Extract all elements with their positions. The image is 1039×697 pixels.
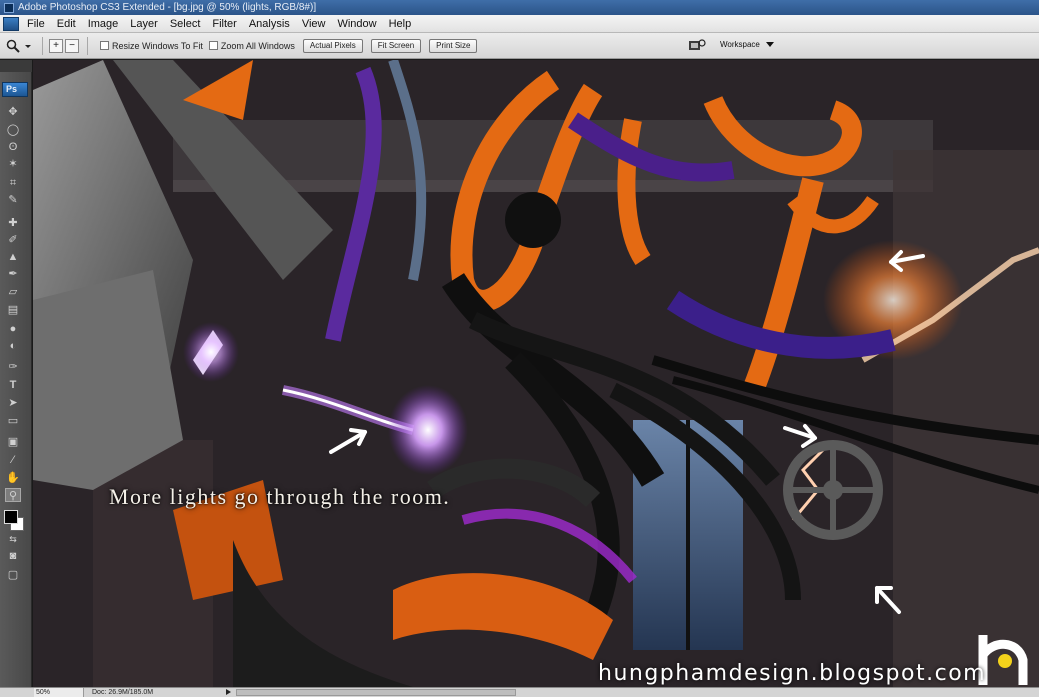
brush-tool-icon[interactable]: ✐ [5,233,21,247]
photoshop-app-icon [4,2,14,13]
status-menu-arrow-icon[interactable] [226,689,231,695]
doc-size-info: Doc: 26.9M/185.0M [92,689,154,696]
crop-tool-icon[interactable]: ⌗ [5,176,21,190]
menu-view[interactable]: View [296,15,332,33]
move-tool-icon[interactable]: ✥ [5,105,21,119]
menu-filter[interactable]: Filter [206,15,242,33]
menu-help[interactable]: Help [383,15,418,33]
workspace-menu[interactable]: Workspace [716,38,778,52]
zoom-level-field[interactable]: 50% [34,688,84,697]
hand-tool-icon[interactable]: ✋ [5,471,21,485]
menu-layer[interactable]: Layer [124,15,164,33]
slice-tool-icon[interactable]: ✎ [5,193,21,207]
notes-tool-icon[interactable]: ▣ [5,435,21,449]
artwork-caption: More lights go through the room. [109,484,451,509]
artwork [33,60,1039,687]
options-bar: + − Resize Windows To Fit Zoom All Windo… [0,33,1039,59]
toolbox-grip[interactable] [0,60,32,72]
resize-windows-label: Resize Windows To Fit [112,40,203,51]
magic-wand-tool-icon[interactable]: ✶ [5,157,21,171]
quick-mask-icon[interactable]: ◙ [5,549,21,563]
zoom-all-windows-label: Zoom All Windows [220,40,295,51]
actual-pixels-button[interactable]: Actual Pixels [302,38,363,53]
options-divider [87,36,88,55]
horizontal-scrollbar[interactable] [236,689,516,696]
type-tool-icon[interactable]: T [5,378,21,392]
zoom-out-icon[interactable]: − [65,38,79,53]
document-canvas[interactable]: More lights go through the room. hungpha… [33,60,1039,687]
blur-tool-icon[interactable]: ● [5,322,21,336]
menu-file[interactable]: File [21,15,51,33]
watermark-url: hungphamdesign.blogspot.com [598,661,987,686]
zoom-in-icon[interactable]: + [49,38,63,53]
swap-colors-icon[interactable]: ⇆ [5,532,21,546]
menu-bar: File Edit Image Layer Select Filter Anal… [0,15,1039,33]
pen-tool-icon[interactable]: ✑ [5,360,21,374]
ps-badge: Ps [2,82,28,97]
clone-stamp-tool-icon[interactable]: ▲ [5,250,21,264]
dodge-tool-icon[interactable]: ◐ [5,339,21,353]
resize-windows-checkbox[interactable] [100,41,109,50]
window-title: Adobe Photoshop CS3 Extended - [bg.jpg @… [18,2,317,13]
menu-image[interactable]: Image [82,15,125,33]
healing-brush-tool-icon[interactable]: ✚ [5,216,21,230]
screen-mode-icon[interactable]: ▢ [5,568,21,582]
print-size-button[interactable]: Print Size [429,38,478,53]
title-bar: Adobe Photoshop CS3 Extended - [bg.jpg @… [0,0,1039,15]
zoom-tool-icon[interactable] [6,39,20,53]
options-divider [42,36,43,55]
tools-panel: Ps ✥ ◯ ʘ ✶ ⌗ ✎ ✚ ✐ ▲ ✒ ▱ ▤ ● ◐ ✑ T ➤ ▭ ▣… [0,60,32,687]
tool-preset-caret-icon[interactable] [24,39,32,53]
ps-document-icon[interactable] [3,16,19,31]
menu-select[interactable]: Select [164,15,207,33]
foreground-color-swatch[interactable] [4,510,18,524]
lasso-tool-icon[interactable]: ʘ [5,140,21,154]
shape-tool-icon[interactable]: ▭ [5,414,21,428]
gradient-tool-icon[interactable]: ▤ [5,303,21,317]
chevron-down-icon [765,42,774,47]
menu-window[interactable]: Window [331,15,382,33]
fit-screen-button[interactable]: Fit Screen [370,38,422,53]
eraser-tool-icon[interactable]: ▱ [5,285,21,299]
marquee-tool-icon[interactable]: ◯ [5,123,21,137]
menu-edit[interactable]: Edit [51,15,82,33]
bridge-icon[interactable] [688,38,706,52]
zoom-tool-icon[interactable]: ⚲ [5,488,21,502]
zoom-all-windows-checkbox[interactable] [208,41,218,50]
workspace-label: Workspace [720,40,760,49]
status-bar: 50% Doc: 26.9M/185.0M [0,687,1039,697]
eyedropper-tool-icon[interactable]: ⁄ [5,453,21,467]
path-selection-tool-icon[interactable]: ➤ [5,396,21,410]
history-brush-tool-icon[interactable]: ✒ [5,267,21,281]
menu-analysis[interactable]: Analysis [243,15,296,33]
